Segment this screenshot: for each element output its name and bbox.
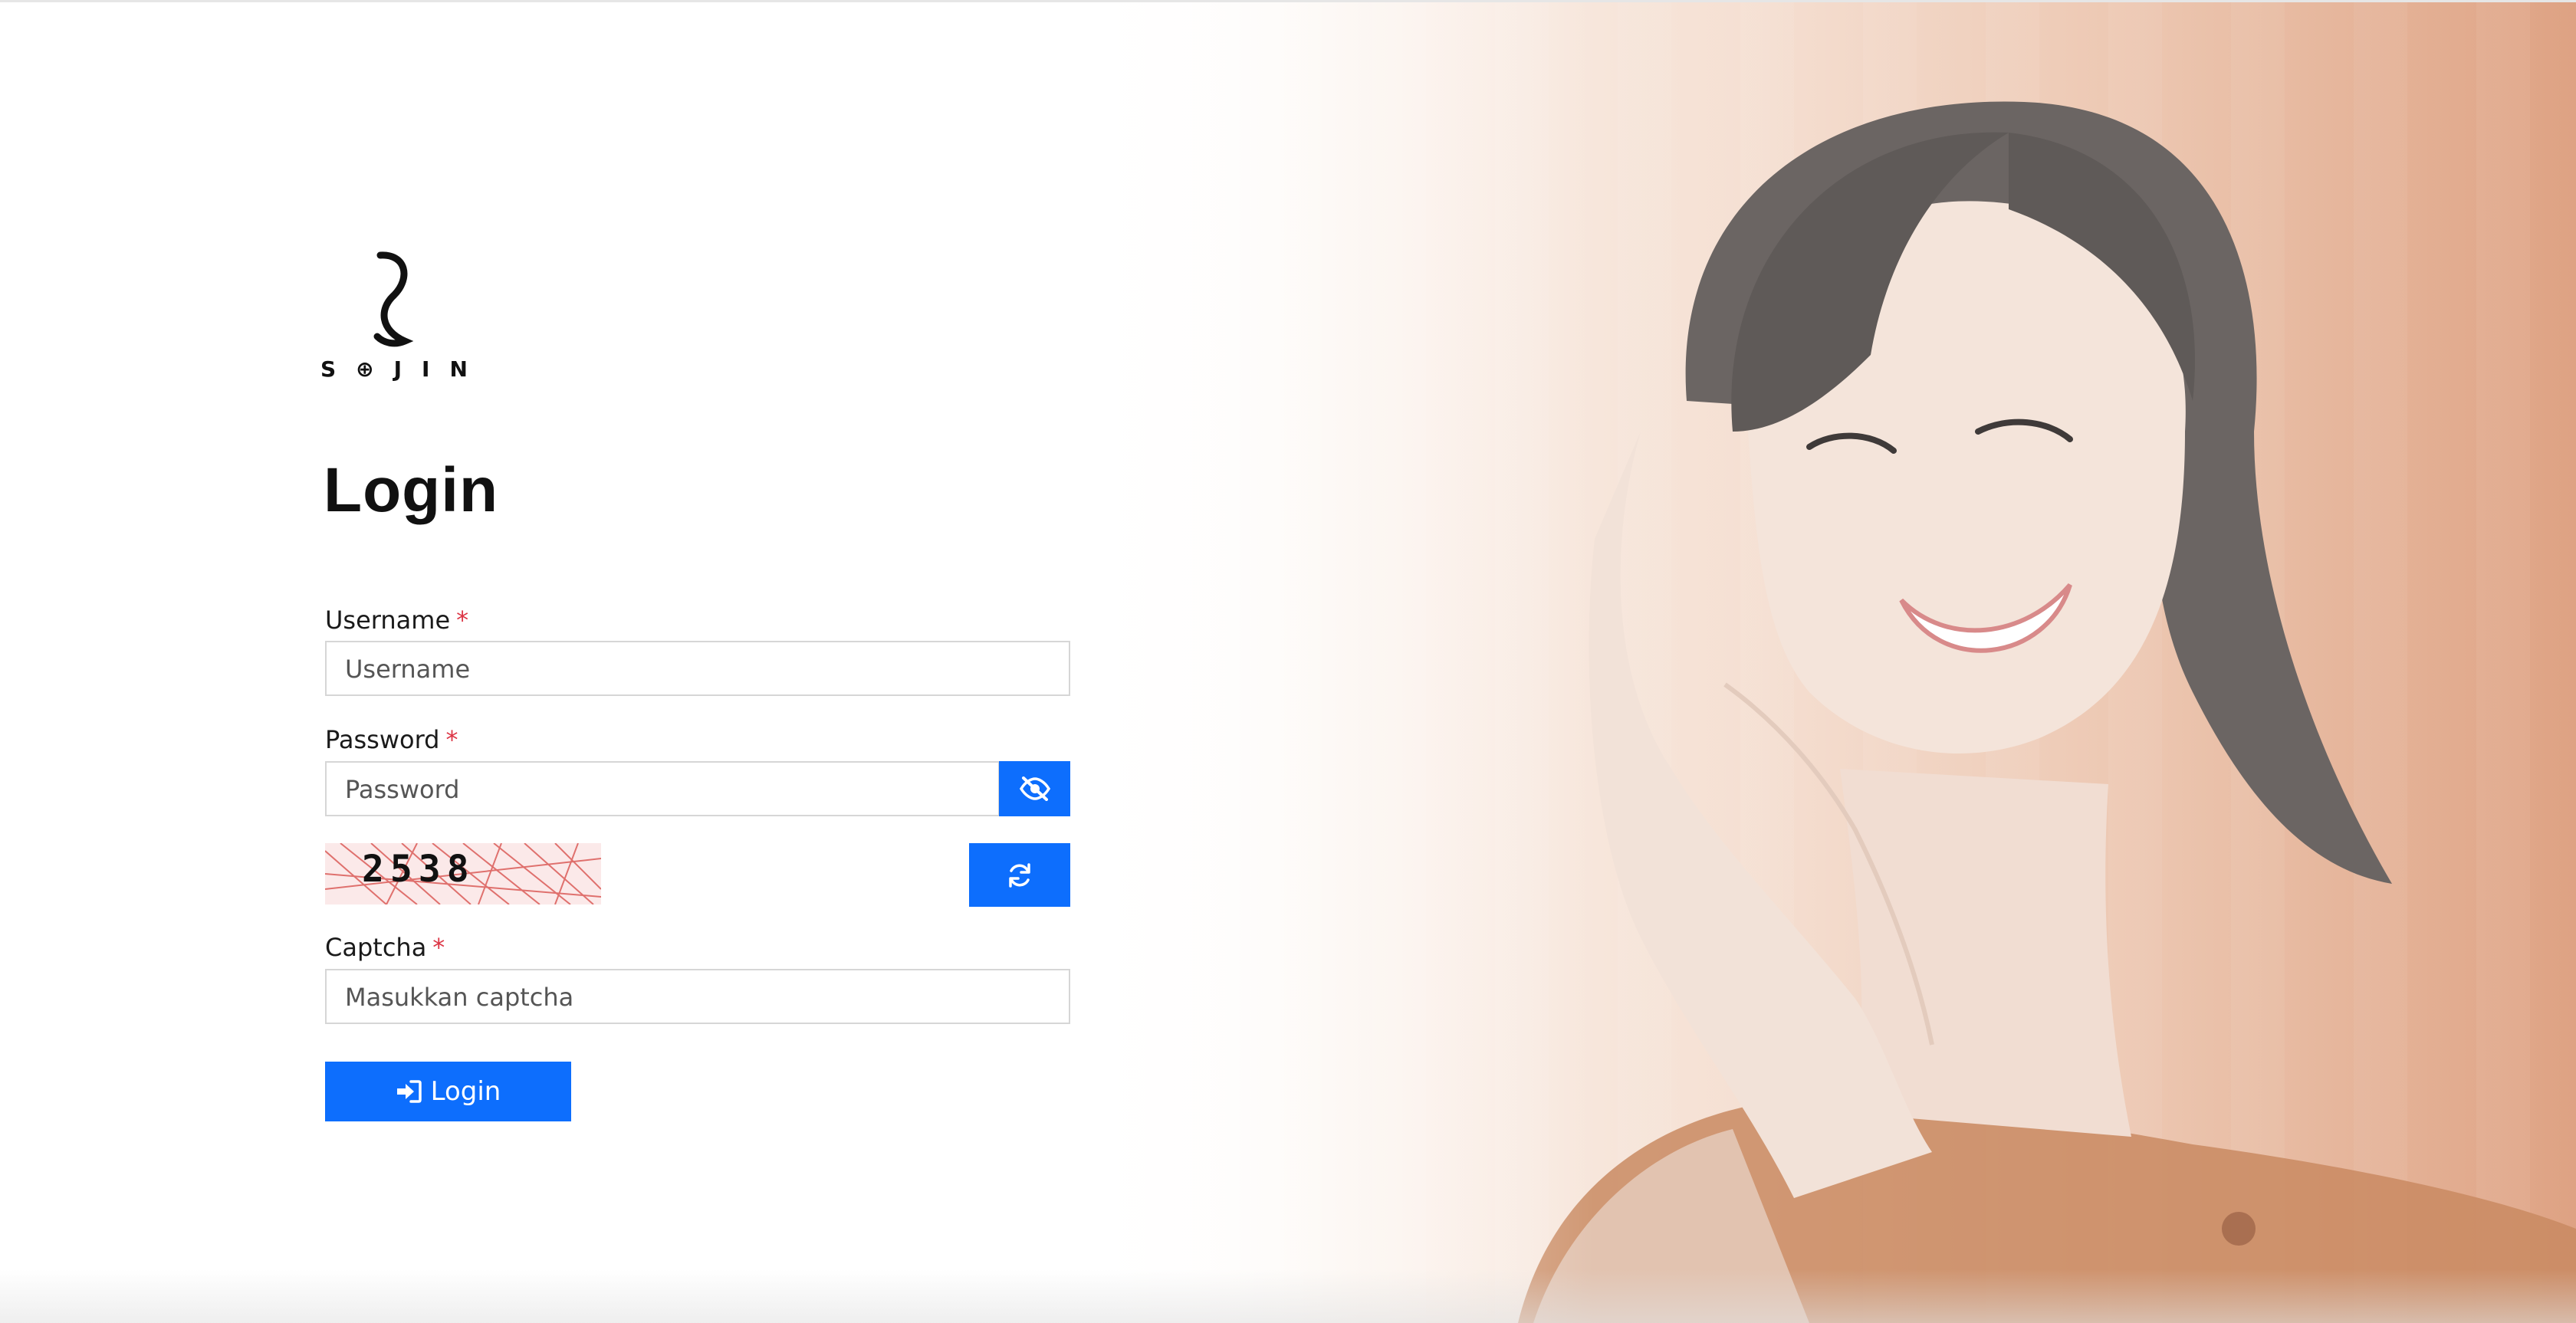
sign-in-icon bbox=[396, 1080, 422, 1103]
hero-fade-overlay bbox=[1058, 2, 1595, 1323]
password-required-mark: * bbox=[445, 725, 458, 754]
logo-wordmark: S⊕JIN bbox=[320, 356, 488, 382]
password-label-text: Password bbox=[325, 725, 440, 754]
captcha-code-text: 2538 bbox=[362, 848, 475, 891]
username-placeholder: Username bbox=[345, 655, 471, 684]
password-input[interactable]: Password bbox=[325, 761, 1000, 816]
brand-logo: S⊕JIN bbox=[320, 248, 481, 386]
captcha-placeholder: Masukkan captcha bbox=[345, 983, 574, 1012]
captcha-input[interactable]: Masukkan captcha bbox=[325, 969, 1070, 1024]
captcha-label: Captcha * bbox=[325, 933, 445, 962]
login-button-label: Login bbox=[430, 1076, 501, 1107]
username-label-text: Username bbox=[325, 606, 451, 635]
bottom-shadow bbox=[0, 1269, 2576, 1323]
username-input[interactable]: Username bbox=[325, 641, 1070, 696]
page-title: Login bbox=[324, 455, 499, 525]
password-placeholder: Password bbox=[345, 775, 460, 804]
username-required-mark: * bbox=[456, 606, 469, 635]
hero-image bbox=[1058, 2, 2576, 1323]
login-page: S⊕JIN Login Username * Username Password *… bbox=[0, 0, 2576, 1323]
captcha-label-text: Captcha bbox=[325, 933, 427, 962]
login-button[interactable]: Login bbox=[325, 1062, 571, 1121]
toggle-password-button[interactable] bbox=[999, 761, 1070, 816]
refresh-icon bbox=[1009, 862, 1030, 888]
password-label: Password * bbox=[325, 725, 458, 754]
refresh-captcha-button[interactable] bbox=[969, 843, 1070, 907]
login-panel: S⊕JIN Login Username * Username Password *… bbox=[0, 2, 1119, 1323]
captcha-required-mark: * bbox=[432, 933, 445, 962]
username-label: Username * bbox=[325, 606, 468, 635]
logo-mark-icon bbox=[373, 251, 414, 347]
eye-slash-icon bbox=[1019, 776, 1050, 801]
captcha-image: 2538 bbox=[325, 843, 601, 904]
